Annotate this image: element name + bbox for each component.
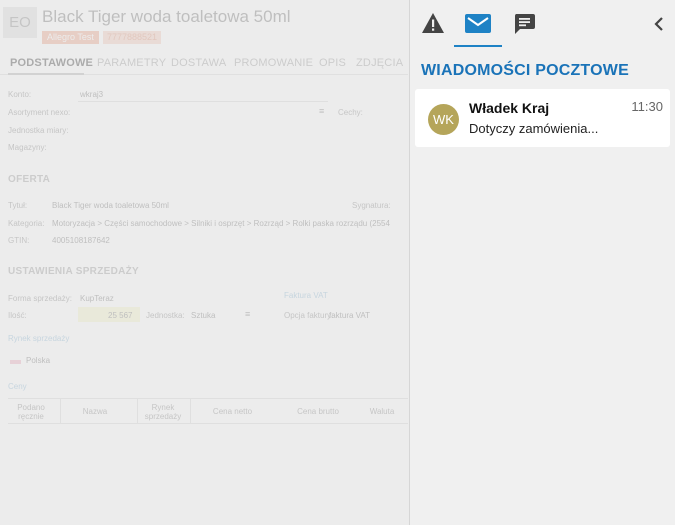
tytul-value[interactable]: Black Tiger woda toaletowa 50ml [52, 201, 169, 210]
ilosc-value[interactable]: 25 567 [108, 311, 132, 320]
warning-icon[interactable] [421, 12, 445, 34]
product-title: Black Tiger woda toaletowa 50ml [42, 7, 291, 26]
opcja-faktury-label: Opcja faktury: [284, 311, 334, 320]
tab-podstawowe[interactable]: PODSTAWOWE [10, 57, 93, 69]
menu-icon[interactable]: ≡ [319, 106, 324, 116]
th-cena-brutto: Cena brutto [297, 407, 339, 416]
th-nazwa: Nazwa [82, 407, 108, 416]
jednostka-label: Jednostka: [146, 311, 185, 320]
tab-parametry[interactable]: PARAMETRY [97, 57, 166, 69]
offer-section-title: OFERTA [8, 174, 51, 185]
forma-sprzedazy-value[interactable]: KupTeraz [80, 294, 114, 303]
magazyny-label: Magazyny: [8, 143, 47, 152]
message-subject: Dotyczy zamówienia... [469, 121, 599, 136]
product-avatar: EO [3, 7, 37, 38]
poland-flag-icon [10, 360, 21, 364]
col-divider [190, 399, 191, 423]
cechy-label: Cechy: [338, 108, 363, 117]
ceny-link[interactable]: Ceny [8, 382, 27, 391]
col-divider [60, 399, 61, 423]
th-waluta: Waluta [369, 407, 395, 416]
chat-icon[interactable] [514, 14, 535, 34]
table-header-line [8, 423, 408, 424]
th-cena-netto: Cena netto [212, 407, 253, 416]
tab-promowanie[interactable]: PROMOWANIE [234, 57, 313, 69]
sygnatura-label: Sygnatura: [352, 201, 391, 210]
chevron-left-icon[interactable] [654, 17, 664, 31]
forma-sprzedazy-label: Forma sprzedaży: [8, 294, 73, 303]
gtin-value[interactable]: 4005108187642 [52, 236, 110, 245]
active-tab-underline [454, 45, 502, 47]
th-rynek-sprzedazy: Rynek sprzedaży [144, 403, 182, 421]
konto-underline [78, 101, 328, 102]
rynek-value: Polska [26, 356, 51, 365]
shop-tag: Allegro Test [42, 31, 99, 44]
avatar: WK [428, 104, 459, 135]
jednostka-value[interactable]: Sztuka [191, 311, 215, 320]
editor-tabs: PODSTAWOWE PARAMETRY DOSTAWA PROMOWANIE … [0, 53, 408, 75]
modal-overlay [0, 0, 408, 525]
tab-zdjecia[interactable]: ZDJĘCIA [356, 57, 403, 69]
faktura-vat-link[interactable]: Faktura VAT [284, 291, 328, 300]
opcja-faktury-value[interactable]: faktura VAT [329, 311, 370, 320]
rynek-sprzedazy-link[interactable]: Rynek sprzedaży [8, 334, 69, 343]
mail-icon[interactable] [465, 14, 491, 33]
ilosc-label: Ilość: [8, 311, 27, 320]
asortyment-label: Asortyment nexo: [8, 108, 71, 117]
kategoria-label: Kategoria: [8, 219, 45, 228]
col-divider [137, 399, 138, 423]
table-top-line [8, 398, 408, 399]
message-time: 11:30 [631, 99, 663, 114]
active-tab-underline [8, 73, 84, 75]
konto-label: Konto: [8, 90, 32, 99]
message-item[interactable]: WK Władek Kraj Dotyczy zamówienia... 11:… [415, 89, 670, 147]
messages-panel: WIADOMOŚCI POCZTOWE WK Władek Kraj Dotyc… [409, 0, 675, 525]
tab-dostawa[interactable]: DOSTAWA [171, 57, 226, 69]
konto-value[interactable]: wkraj3 [80, 90, 103, 99]
kategoria-value[interactable]: Motoryzacja > Części samochodowe > Silni… [52, 219, 390, 228]
th-podano-recznie: Podano ręcznie [17, 403, 45, 421]
tytul-label: Tytuł: [8, 201, 28, 210]
product-header: EO Black Tiger woda toaletowa 50ml Alleg… [0, 0, 408, 48]
offer-id-tag: 7777888521 [103, 31, 162, 44]
message-sender: Władek Kraj [469, 100, 550, 116]
panel-title: WIADOMOŚCI POCZTOWE [421, 62, 629, 79]
gtin-label: GTIN: [8, 236, 30, 245]
tab-opis[interactable]: OPIS [319, 57, 346, 69]
menu-icon[interactable]: ≡ [245, 309, 250, 319]
product-editor: EO Black Tiger woda toaletowa 50ml Alleg… [0, 0, 408, 525]
jednostka-miary-label: Jednostka miary: [8, 126, 69, 135]
sales-section-title: USTAWIENIA SPRZEDAŻY [8, 266, 140, 277]
